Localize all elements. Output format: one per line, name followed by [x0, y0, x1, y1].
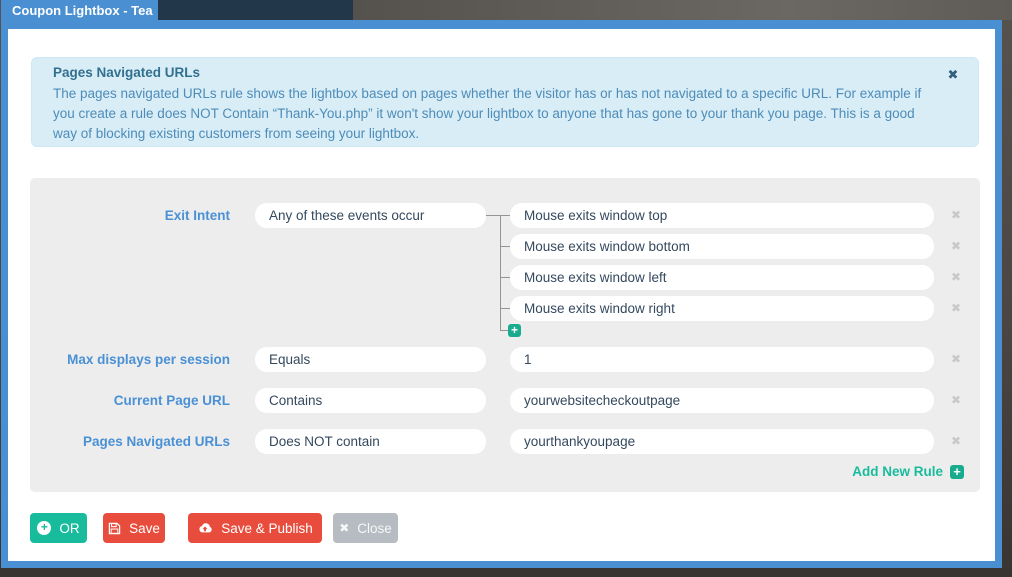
close-button[interactable]: ✖ Close	[333, 513, 398, 543]
add-new-rule-label: Add New Rule	[852, 464, 943, 479]
alert-close-icon[interactable]: ✖	[944, 66, 962, 84]
remove-event-icon[interactable]: ✖	[947, 237, 965, 255]
tree-connector	[500, 330, 508, 331]
rule-label-max-displays: Max displays per session	[67, 352, 230, 367]
save-button[interactable]: Save	[103, 513, 165, 543]
pages-navigated-value-input[interactable]	[510, 429, 934, 454]
rule-label-pages-navigated: Pages Navigated URLs	[82, 434, 230, 449]
cloud-upload-icon	[197, 522, 213, 534]
remove-event-icon[interactable]: ✖	[947, 268, 965, 286]
current-page-value-input[interactable]	[510, 388, 934, 413]
close-button-label: Close	[357, 520, 392, 536]
exit-event-input[interactable]	[510, 296, 934, 321]
info-alert: Pages Navigated URLs The pages navigated…	[31, 57, 979, 147]
exit-intent-condition-input[interactable]	[255, 203, 486, 228]
max-displays-value-input[interactable]	[510, 347, 934, 372]
tree-connector	[486, 215, 510, 216]
exit-event-input[interactable]	[510, 265, 934, 290]
remove-event-icon[interactable]: ✖	[947, 206, 965, 224]
floppy-disk-icon	[108, 522, 121, 535]
add-event-button[interactable]: +	[508, 324, 521, 337]
plus-circle-icon: +	[37, 521, 52, 535]
rule-label-current-page-url: Current Page URL	[113, 393, 230, 408]
modal-content: Pages Navigated URLs The pages navigated…	[0, 0, 1012, 577]
tree-connector	[500, 308, 510, 309]
pages-navigated-condition-input[interactable]	[255, 429, 486, 454]
save-publish-button-label: Save & Publish	[221, 520, 313, 536]
remove-event-icon[interactable]: ✖	[947, 299, 965, 317]
rules-panel: Exit Intent ✖ ✖ ✖ ✖ + Max displays per s…	[30, 178, 980, 492]
remove-rule-icon[interactable]: ✖	[947, 350, 965, 368]
or-button[interactable]: + OR	[30, 513, 87, 543]
alert-body: The pages navigated URLs rule shows the …	[53, 86, 922, 141]
tree-connector	[500, 215, 501, 330]
save-button-label: Save	[129, 520, 160, 536]
rule-label-exit-intent: Exit Intent	[164, 208, 230, 223]
max-displays-condition-input[interactable]	[255, 347, 486, 372]
exit-event-input[interactable]	[510, 234, 934, 259]
tree-connector	[500, 246, 510, 247]
add-new-rule-plus-icon: +	[950, 464, 964, 479]
add-new-rule-link[interactable]: Add New Rule +	[852, 464, 964, 479]
tree-connector	[500, 277, 510, 278]
current-page-condition-input[interactable]	[255, 388, 486, 413]
screen: Coupon Lightbox - Tea Pages Navigated UR…	[0, 0, 1012, 577]
remove-rule-icon[interactable]: ✖	[947, 391, 965, 409]
save-publish-button[interactable]: Save & Publish	[188, 513, 322, 543]
close-x-icon: ✖	[339, 521, 350, 535]
or-button-label: OR	[59, 520, 80, 536]
alert-title: Pages Navigated URLs	[53, 65, 201, 80]
remove-rule-icon[interactable]: ✖	[947, 432, 965, 450]
exit-event-input[interactable]	[510, 203, 934, 228]
